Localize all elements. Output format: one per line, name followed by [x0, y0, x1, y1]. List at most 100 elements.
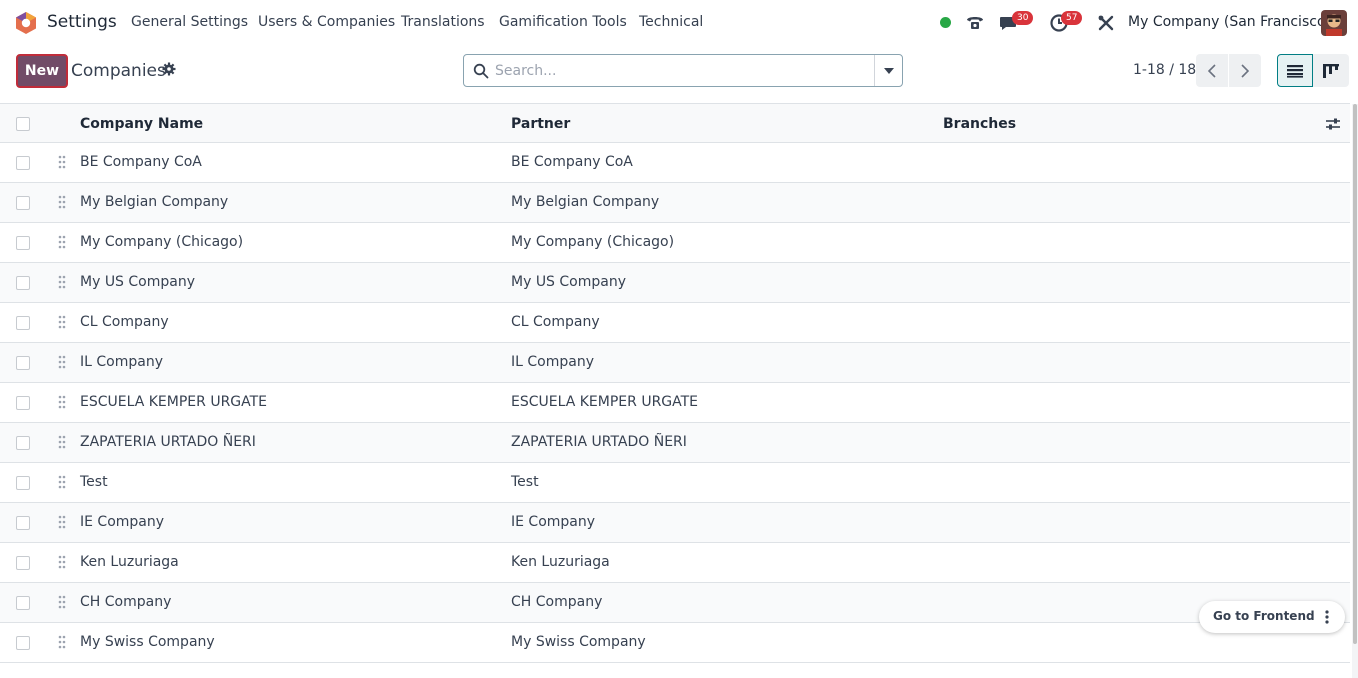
cell-company-name[interactable]: IL Company	[80, 354, 163, 370]
list-view-icon	[1287, 64, 1303, 78]
search-input[interactable]	[495, 60, 865, 82]
pager-next-button[interactable]	[1229, 54, 1261, 87]
cell-partner[interactable]: BE Company CoA	[511, 154, 633, 170]
row-select-checkbox[interactable]	[16, 276, 30, 290]
menu-users-companies[interactable]: Users & Companies	[258, 14, 395, 30]
cell-company-name[interactable]: Ken Luzuriaga	[80, 554, 179, 570]
table-row[interactable]: My Company (Chicago) My Company (Chicago)	[0, 223, 1350, 263]
cell-partner[interactable]: My Swiss Company	[511, 634, 646, 650]
cell-partner[interactable]: IE Company	[511, 514, 595, 530]
drag-handle-icon[interactable]	[58, 515, 66, 529]
table-row[interactable]: IE Company IE Company	[0, 503, 1350, 543]
row-select-checkbox[interactable]	[16, 196, 30, 210]
drag-handle-icon[interactable]	[58, 155, 66, 169]
row-select-checkbox[interactable]	[16, 516, 30, 530]
cell-partner[interactable]: ZAPATERIA URTADO ÑERI	[511, 434, 687, 450]
cell-company-name[interactable]: Test	[80, 474, 108, 490]
cell-company-name[interactable]: ZAPATERIA URTADO ÑERI	[80, 434, 256, 450]
table-row[interactable]: ZAPATERIA URTADO ÑERI ZAPATERIA URTADO ÑE…	[0, 423, 1350, 463]
menu-gamification-tools[interactable]: Gamification Tools	[499, 14, 627, 30]
table-row[interactable]: My Belgian Company My Belgian Company	[0, 183, 1350, 223]
table-row[interactable]: BE Company CoA BE Company CoA	[0, 143, 1350, 183]
table-row[interactable]: Test Test	[0, 463, 1350, 503]
drag-handle-icon[interactable]	[58, 195, 66, 209]
drag-handle-icon[interactable]	[58, 475, 66, 489]
presence-status-icon[interactable]	[940, 17, 951, 28]
drag-handle-icon[interactable]	[58, 315, 66, 329]
gear-icon[interactable]	[162, 62, 176, 76]
drag-handle-icon[interactable]	[58, 595, 66, 609]
cell-company-name[interactable]: My Belgian Company	[80, 194, 228, 210]
drag-handle-icon[interactable]	[58, 635, 66, 649]
cell-company-name[interactable]: IE Company	[80, 514, 164, 530]
cell-partner[interactable]: IL Company	[511, 354, 594, 370]
cell-company-name[interactable]: CH Company	[80, 594, 171, 610]
vertical-scrollbar[interactable]	[1352, 104, 1358, 678]
cell-partner[interactable]: My Belgian Company	[511, 194, 659, 210]
cell-partner[interactable]: My Company (Chicago)	[511, 234, 674, 250]
more-options-button[interactable]	[1315, 605, 1339, 629]
table-row[interactable]: ESCUELA KEMPER URGATE ESCUELA KEMPER URGA…	[0, 383, 1350, 423]
table-row[interactable]: My Swiss Company My Swiss Company	[0, 623, 1350, 663]
go-to-frontend-button[interactable]: Go to Frontend	[1213, 609, 1315, 623]
row-select-checkbox[interactable]	[16, 236, 30, 250]
cell-company-name[interactable]: CL Company	[80, 314, 169, 330]
phone-icon[interactable]	[965, 13, 985, 33]
drag-handle-icon[interactable]	[58, 355, 66, 369]
cell-partner[interactable]: Test	[511, 474, 539, 490]
search-options-toggle[interactable]	[874, 55, 903, 86]
table-row[interactable]: CL Company CL Company	[0, 303, 1350, 343]
drag-handle-icon[interactable]	[58, 235, 66, 249]
row-select-checkbox[interactable]	[16, 636, 30, 650]
new-button[interactable]: New	[16, 54, 68, 88]
menu-translations[interactable]: Translations	[401, 14, 485, 30]
row-select-checkbox[interactable]	[16, 476, 30, 490]
drag-handle-icon[interactable]	[58, 435, 66, 449]
cell-partner[interactable]: My US Company	[511, 274, 626, 290]
select-all-checkbox[interactable]	[16, 117, 30, 131]
list-view-button[interactable]	[1277, 54, 1313, 87]
company-switcher[interactable]: My Company (San Francisco)	[1128, 14, 1331, 30]
cell-partner[interactable]: CH Company	[511, 594, 602, 610]
odoo-app-logo-icon[interactable]	[14, 11, 38, 35]
kanban-view-icon	[1323, 63, 1339, 78]
table-row[interactable]: CH Company CH Company	[0, 583, 1350, 623]
cell-company-name[interactable]: BE Company CoA	[80, 154, 202, 170]
user-avatar[interactable]	[1321, 10, 1347, 36]
row-select-checkbox[interactable]	[16, 156, 30, 170]
row-select-checkbox[interactable]	[16, 316, 30, 330]
optional-columns-sliders-icon[interactable]	[1325, 116, 1341, 132]
cell-partner[interactable]: CL Company	[511, 314, 600, 330]
cell-partner[interactable]: Ken Luzuriaga	[511, 554, 610, 570]
kanban-view-button[interactable]	[1313, 54, 1349, 87]
cell-partner[interactable]: ESCUELA KEMPER URGATE	[511, 394, 698, 410]
row-select-checkbox[interactable]	[16, 596, 30, 610]
app-name[interactable]: Settings	[47, 12, 117, 32]
pager-value[interactable]: 1-18 / 18	[1133, 62, 1196, 78]
menu-general-settings[interactable]: General Settings	[131, 14, 248, 30]
activities-count-badge: 57	[1061, 11, 1083, 25]
scrollbar-thumb[interactable]	[1353, 104, 1357, 644]
chevron-right-icon	[1241, 63, 1249, 78]
drag-handle-icon[interactable]	[58, 555, 66, 569]
debug-tools-icon[interactable]	[1096, 13, 1116, 33]
column-header-company-name[interactable]: Company Name	[80, 116, 203, 132]
cell-company-name[interactable]: My US Company	[80, 274, 195, 290]
drag-handle-icon[interactable]	[58, 395, 66, 409]
table-row[interactable]: IL Company IL Company	[0, 343, 1350, 383]
table-row[interactable]: Ken Luzuriaga Ken Luzuriaga	[0, 543, 1350, 583]
cell-company-name[interactable]: My Swiss Company	[80, 634, 215, 650]
row-select-checkbox[interactable]	[16, 396, 30, 410]
row-select-checkbox[interactable]	[16, 356, 30, 370]
menu-technical[interactable]: Technical	[639, 14, 703, 30]
table-row[interactable]: My US Company My US Company	[0, 263, 1350, 303]
column-header-partner[interactable]: Partner	[511, 116, 570, 132]
cell-company-name[interactable]: My Company (Chicago)	[80, 234, 243, 250]
cell-company-name[interactable]: ESCUELA KEMPER URGATE	[80, 394, 267, 410]
column-header-branches[interactable]: Branches	[943, 116, 1016, 132]
pager-previous-button[interactable]	[1196, 54, 1228, 87]
top-navbar: Settings General Settings Users & Compan…	[0, 0, 1358, 46]
row-select-checkbox[interactable]	[16, 556, 30, 570]
row-select-checkbox[interactable]	[16, 436, 30, 450]
drag-handle-icon[interactable]	[58, 275, 66, 289]
